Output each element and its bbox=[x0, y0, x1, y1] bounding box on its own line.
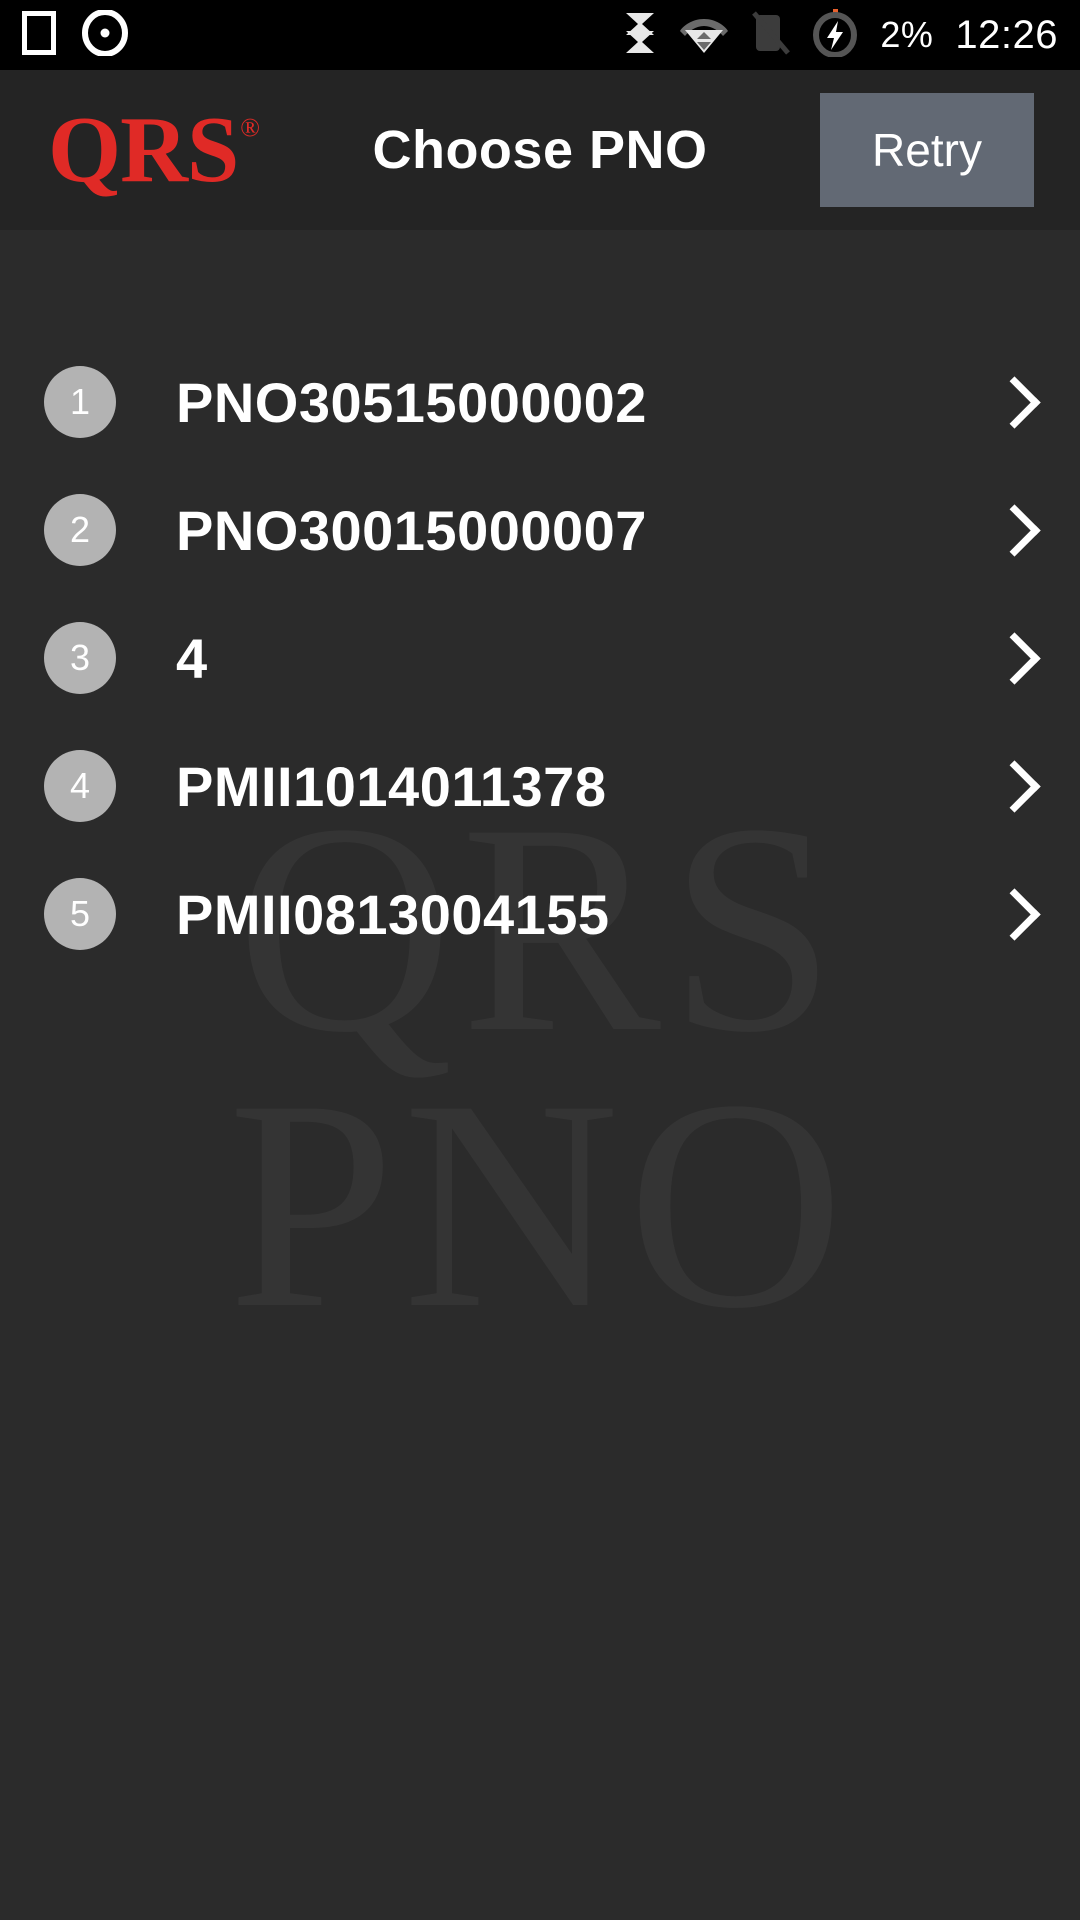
list-item-index-badge: 5 bbox=[44, 878, 116, 950]
data-transfer-icon bbox=[622, 11, 658, 60]
watermark-line-2: PNO bbox=[0, 1054, 1080, 1354]
list-item-label: PMII0813004155 bbox=[176, 882, 610, 946]
record-circle-icon bbox=[82, 8, 128, 61]
chevron-right-icon[interactable] bbox=[990, 629, 1036, 687]
list-item-label: PMII1014011378 bbox=[176, 754, 607, 818]
status-bar-left bbox=[21, 8, 128, 61]
list-item-index-badge: 1 bbox=[44, 366, 116, 438]
list-item[interactable]: 1 PNO30515000002 bbox=[0, 338, 1080, 466]
chevron-right-icon[interactable] bbox=[990, 885, 1036, 943]
vibrate-off-icon bbox=[750, 10, 791, 60]
list-item-label: 4 bbox=[176, 626, 208, 690]
list-item-index-badge: 3 bbox=[44, 622, 116, 694]
list-item-label: PNO30515000002 bbox=[176, 370, 647, 434]
clock-label: 12:26 bbox=[955, 12, 1058, 57]
list-item-index-badge: 4 bbox=[44, 750, 116, 822]
retry-button[interactable]: Retry bbox=[820, 93, 1034, 207]
pno-list: 1 PNO30515000002 2 PNO30015000007 3 4 4 PMII101… bbox=[0, 230, 1080, 978]
app-header: QRS ® Choose PNO Retry bbox=[0, 70, 1080, 230]
chevron-right-icon[interactable] bbox=[990, 373, 1036, 431]
list-item[interactable]: 5 PMII0813004155 bbox=[0, 850, 1080, 978]
chevron-right-icon[interactable] bbox=[990, 757, 1036, 815]
wifi-icon bbox=[680, 13, 729, 58]
list-item[interactable]: 2 PNO30015000007 bbox=[0, 466, 1080, 594]
battery-percent-label: 2% bbox=[880, 14, 934, 55]
list-item[interactable]: 34 bbox=[0, 594, 1080, 722]
list-item[interactable]: 4 PMII1014011378 bbox=[0, 722, 1080, 850]
list-item-index-badge: 2 bbox=[44, 494, 116, 566]
main-content: QRS PNO 1PNO305150000022PNO3001500000734… bbox=[0, 230, 1080, 1920]
status-bar: 2% 12:26 bbox=[0, 0, 1080, 70]
sim-card-icon bbox=[21, 9, 57, 60]
battery-charging-icon bbox=[812, 8, 858, 62]
list-item-label: PNO30015000007 bbox=[176, 498, 647, 562]
status-bar-right: 2% 12:26 bbox=[622, 8, 1058, 62]
chevron-right-icon[interactable] bbox=[990, 501, 1036, 559]
